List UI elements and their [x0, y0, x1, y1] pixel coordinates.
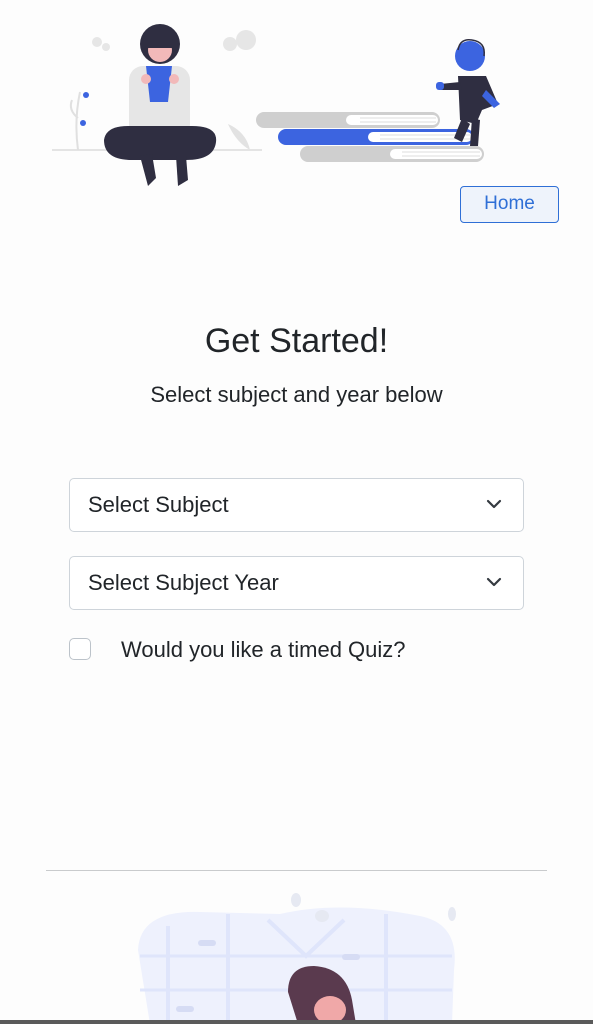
home-button[interactable]: Home: [460, 186, 559, 223]
subject-select-value: Select Subject: [88, 492, 229, 517]
footer-divider: [46, 870, 547, 871]
person-at-window-illustration-icon: [138, 893, 456, 1024]
page-title: Get Started!: [204, 322, 389, 360]
chevron-down-icon: [486, 577, 502, 587]
bottom-edge-bar: [0, 1020, 593, 1024]
page-subtitle: Select subject and year below: [150, 382, 443, 407]
timed-quiz-row: Would you like a timed Quiz?: [69, 636, 524, 666]
subject-select[interactable]: Select Subject: [69, 478, 524, 532]
subject-year-select-value: Select Subject Year: [88, 570, 279, 595]
footer-illustration: [0, 880, 593, 1024]
timed-quiz-label[interactable]: Would you like a timed Quiz?: [121, 636, 406, 664]
chevron-down-icon: [486, 499, 502, 509]
timed-quiz-checkbox[interactable]: [69, 638, 91, 660]
subject-year-select[interactable]: Select Subject Year: [69, 556, 524, 610]
